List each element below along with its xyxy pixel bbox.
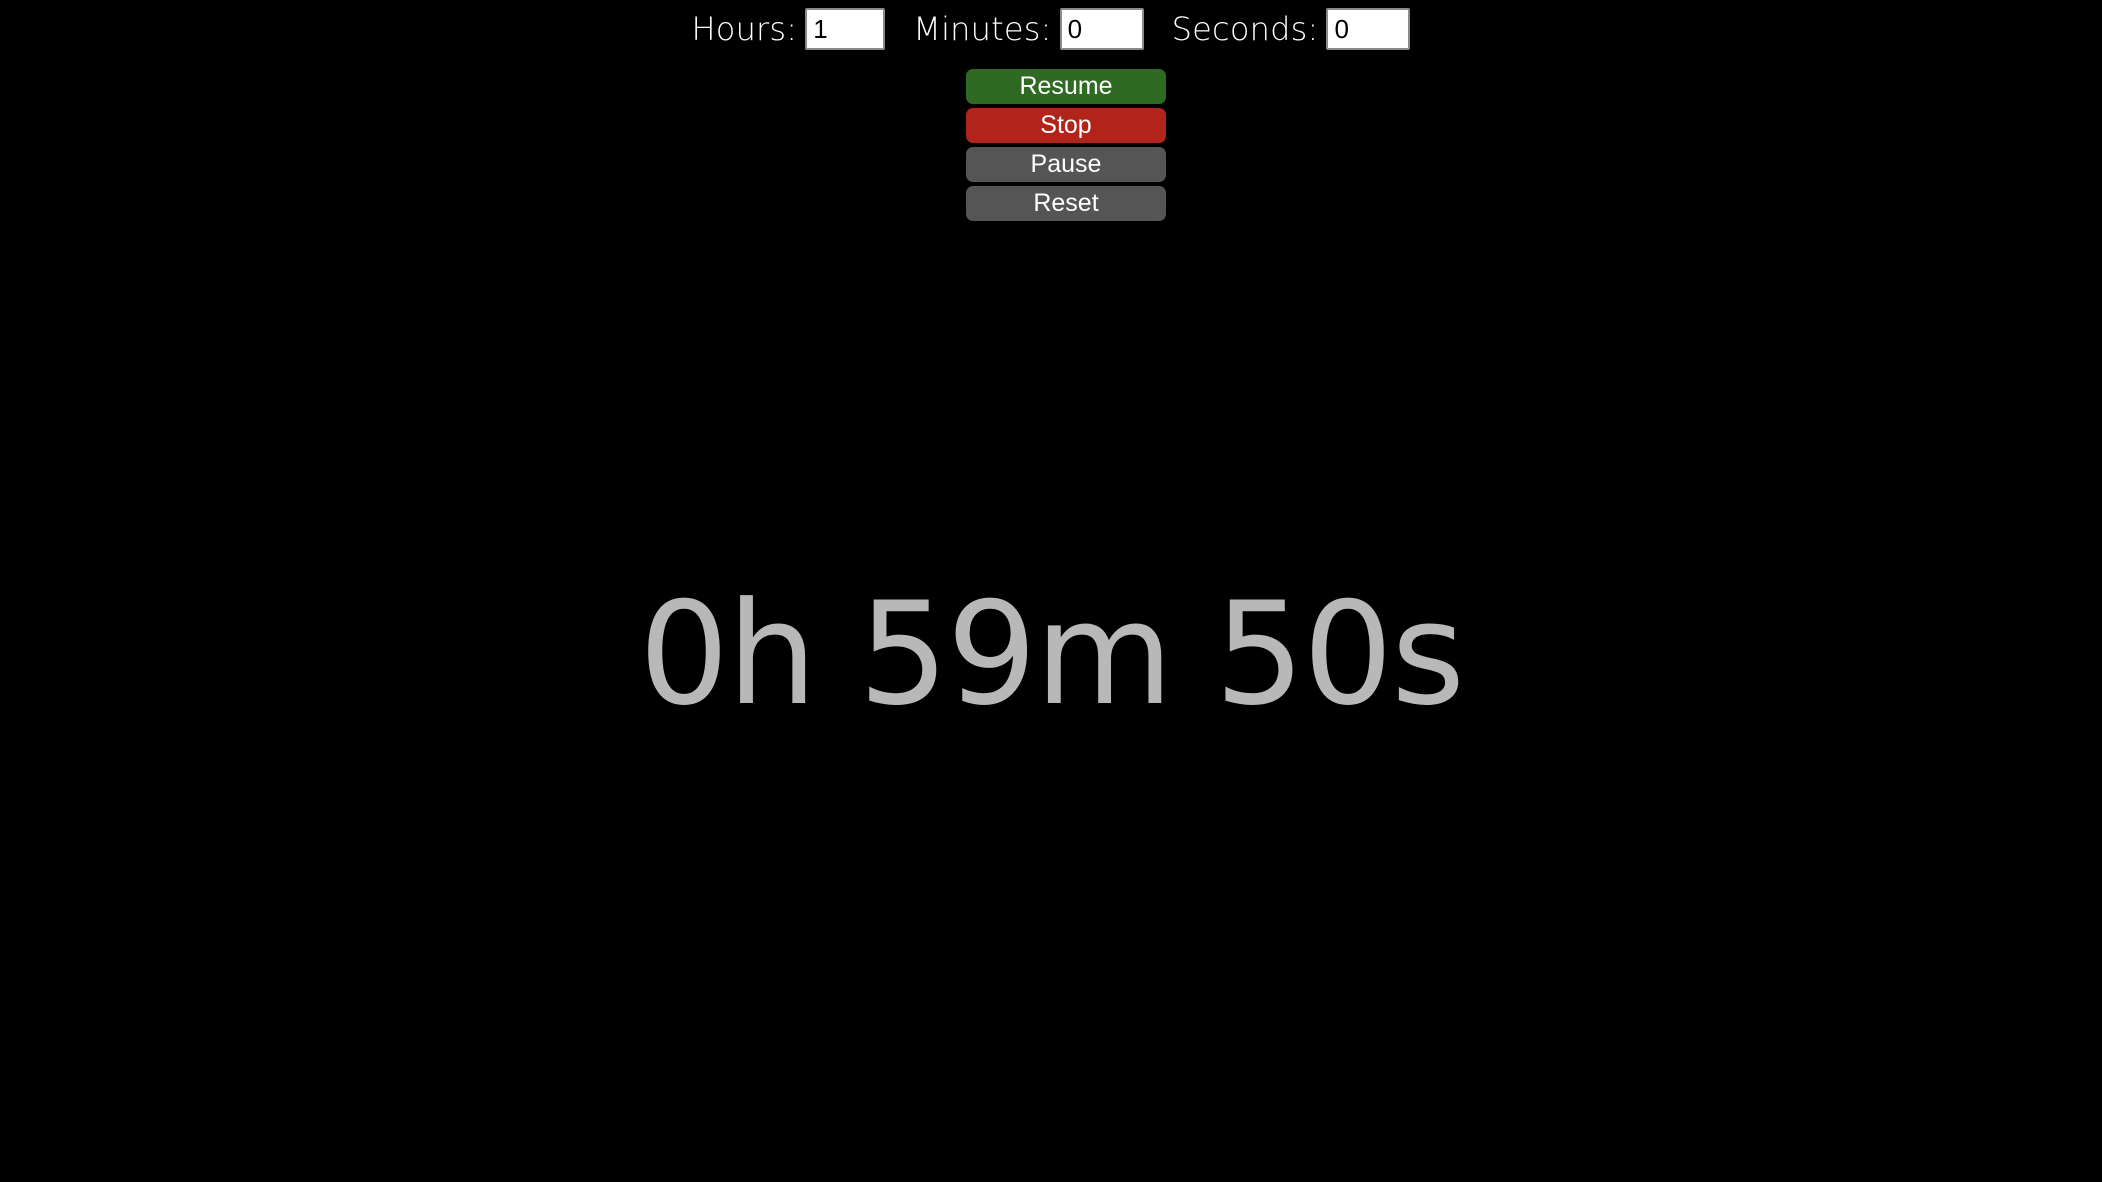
reset-button[interactable]: Reset — [966, 186, 1166, 221]
hours-label: Hours: — [691, 10, 798, 48]
hours-field-group: Hours: — [692, 8, 886, 50]
countdown-display: 0h 59m 50s — [638, 572, 1465, 737]
seconds-input[interactable] — [1326, 8, 1411, 50]
hours-input[interactable] — [805, 8, 886, 50]
minutes-label: Minutes: — [913, 10, 1052, 48]
resume-button[interactable]: Resume — [966, 69, 1166, 104]
timer-controls: Resume Stop Pause Reset — [966, 69, 1166, 225]
minutes-field-group: Minutes: — [913, 8, 1144, 50]
minutes-input[interactable] — [1059, 8, 1144, 50]
pause-button[interactable]: Pause — [966, 147, 1166, 182]
timer-page: Hours: Minutes: Seconds: Resume Stop Pau… — [0, 0, 2102, 1182]
seconds-label: Seconds: — [1171, 10, 1319, 48]
stop-button[interactable]: Stop — [966, 108, 1166, 143]
time-input-row: Hours: Minutes: Seconds: — [0, 6, 2102, 52]
seconds-field-group: Seconds: — [1172, 8, 1411, 50]
